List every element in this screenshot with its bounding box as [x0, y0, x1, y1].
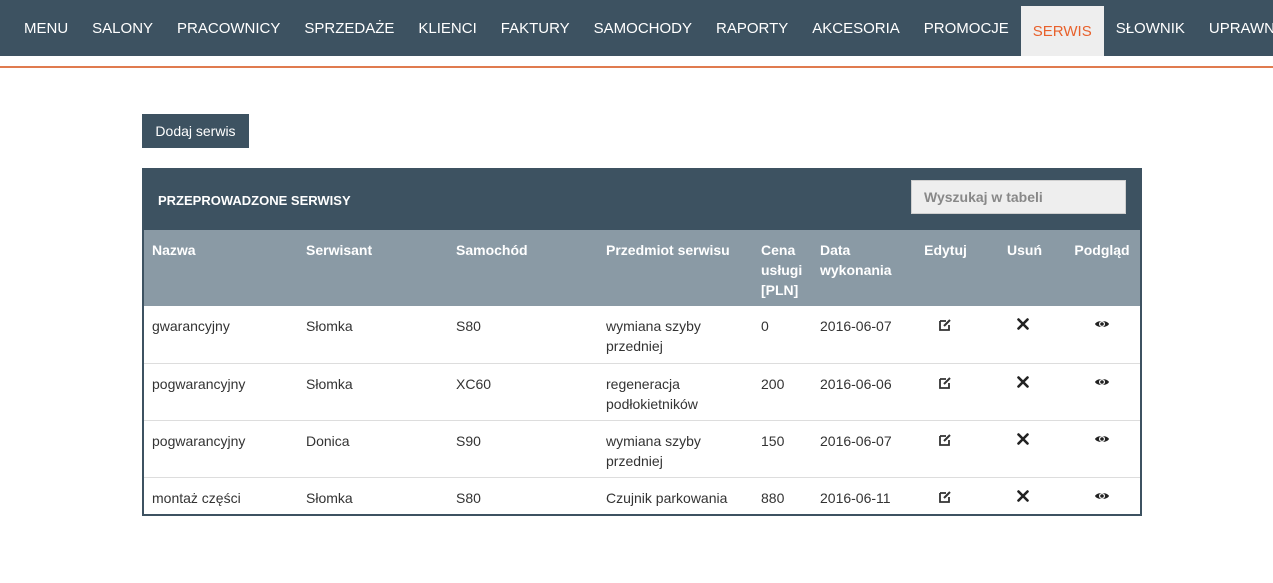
eye-icon[interactable]: [1094, 433, 1110, 449]
nav-item-raporty[interactable]: RAPORTY: [704, 0, 800, 56]
cell-samochod: XC60: [456, 375, 492, 392]
panel-header: PRZEPROWADZONE SERWISY: [144, 170, 1140, 230]
column-header-samochod[interactable]: Samochód: [448, 230, 598, 306]
add-service-button[interactable]: Dodaj serwis: [142, 114, 249, 148]
table-row: pogwarancyjny Słomka XC60 regeneracja podło…: [144, 363, 1140, 420]
nav-item-klienci[interactable]: KLIENCI: [406, 0, 488, 56]
edit-button-cell: [906, 306, 985, 363]
table-search-input[interactable]: [911, 180, 1126, 214]
cell-serwisant: Słomka: [306, 489, 353, 506]
nav-item-slownik[interactable]: SŁOWNIK: [1104, 0, 1197, 56]
column-header-nazwa[interactable]: Nazwa: [144, 230, 298, 306]
close-icon[interactable]: [1016, 489, 1033, 506]
delete-button-cell: [985, 306, 1064, 363]
cell-cena: 150: [761, 432, 785, 449]
nav-item-uprawnienia[interactable]: UPRAWNIENIA: [1197, 0, 1273, 56]
nav-item-menu[interactable]: MENU: [12, 0, 80, 56]
cell-serwisant: Donica: [306, 432, 350, 449]
nav-item-salony[interactable]: SALONY: [80, 0, 165, 56]
edit-icon[interactable]: [938, 318, 954, 334]
close-icon[interactable]: [1016, 318, 1033, 334]
nav-item-sprzedaze[interactable]: SPRZEDAŻE: [292, 0, 406, 56]
column-header-serwisant[interactable]: Serwisant: [298, 230, 448, 306]
cell-cena: 880: [761, 489, 785, 506]
cell-nazwa: pogwarancyjny: [152, 432, 246, 449]
column-header-podglad: Podgląd: [1074, 242, 1130, 258]
eye-icon[interactable]: [1094, 376, 1110, 392]
delete-button-cell: [985, 477, 1064, 515]
cell-przedmiot: wymiana szyby przedniej: [606, 432, 701, 469]
cell-nazwa: gwarancyjny: [152, 318, 230, 334]
cell-przedmiot: Czujnik parkowania: [606, 489, 728, 506]
table-header-row: Nazwa Serwisant Samochód Przedmiot serwi…: [144, 230, 1140, 306]
cell-data: 2016-06-11: [820, 489, 891, 506]
column-header-edytuj: Edytuj: [924, 242, 967, 258]
cell-przedmiot: regeneracja podłokietników: [606, 375, 698, 412]
edit-icon[interactable]: [938, 433, 954, 449]
cell-samochod: S90: [456, 432, 481, 449]
close-icon[interactable]: [1016, 432, 1033, 449]
view-button-cell: [1064, 363, 1140, 420]
table-row: montaż części Słomka S80 Czujnik parkowania…: [144, 477, 1140, 515]
eye-icon[interactable]: [1094, 490, 1110, 506]
cell-data: 2016-06-07: [820, 318, 892, 334]
cell-nazwa: montaż części: [152, 489, 241, 506]
nav-item-serwis[interactable]: SERWIS: [1020, 6, 1104, 56]
nav-item-promocje[interactable]: PROMOCJE: [912, 0, 1021, 56]
column-header-usun: Usuń: [1007, 242, 1042, 258]
delete-button-cell: [985, 363, 1064, 420]
delete-button-cell: [985, 420, 1064, 477]
nav-item-pracownicy[interactable]: PRACOWNICY: [165, 0, 292, 56]
cell-samochod: S80: [456, 489, 481, 506]
cell-samochod: S80: [456, 318, 481, 334]
edit-button-cell: [906, 477, 985, 515]
nav-item-faktury[interactable]: FAKTURY: [489, 0, 582, 56]
nav-item-akcesoria[interactable]: AKCESORIA: [800, 0, 912, 56]
table-row: pogwarancyjny Donica S90 wymiana szyby prze…: [144, 420, 1140, 477]
cell-cena: 200: [761, 375, 785, 392]
cell-serwisant: Słomka: [306, 375, 353, 392]
edit-icon[interactable]: [938, 376, 954, 392]
view-button-cell: [1064, 420, 1140, 477]
nav-divider: [0, 66, 1273, 68]
panel-title: PRZEPROWADZONE SERWISY: [158, 192, 351, 208]
edit-button-cell: [906, 420, 985, 477]
table-row: gwarancyjny Słomka S80 wymiana szyby przedn…: [144, 306, 1140, 363]
nav-item-samochody[interactable]: SAMOCHODY: [582, 0, 704, 56]
edit-icon[interactable]: [938, 490, 954, 506]
edit-button-cell: [906, 363, 985, 420]
close-icon[interactable]: [1016, 375, 1033, 392]
column-header-data[interactable]: Data wykonania: [812, 230, 906, 306]
cell-cena: 0: [761, 318, 769, 334]
cell-data: 2016-06-07: [820, 432, 892, 449]
column-header-cena[interactable]: Cena usługi [PLN]: [753, 230, 812, 306]
view-button-cell: [1064, 477, 1140, 515]
services-table: Nazwa Serwisant Samochód Przedmiot serwi…: [144, 230, 1140, 515]
view-button-cell: [1064, 306, 1140, 363]
cell-przedmiot: wymiana szyby przedniej: [606, 318, 701, 354]
column-header-przedmiot[interactable]: Przedmiot serwisu: [598, 230, 753, 306]
main-navbar: MENU SALONY PRACOWNICY SPRZEDAŻE KLIENCI…: [0, 0, 1273, 56]
cell-nazwa: pogwarancyjny: [152, 375, 246, 392]
cell-serwisant: Słomka: [306, 318, 353, 334]
cell-data: 2016-06-06: [820, 375, 892, 392]
eye-icon[interactable]: [1094, 318, 1110, 334]
services-panel: PRZEPROWADZONE SERWISY Nazwa Serwisant S…: [142, 168, 1142, 516]
